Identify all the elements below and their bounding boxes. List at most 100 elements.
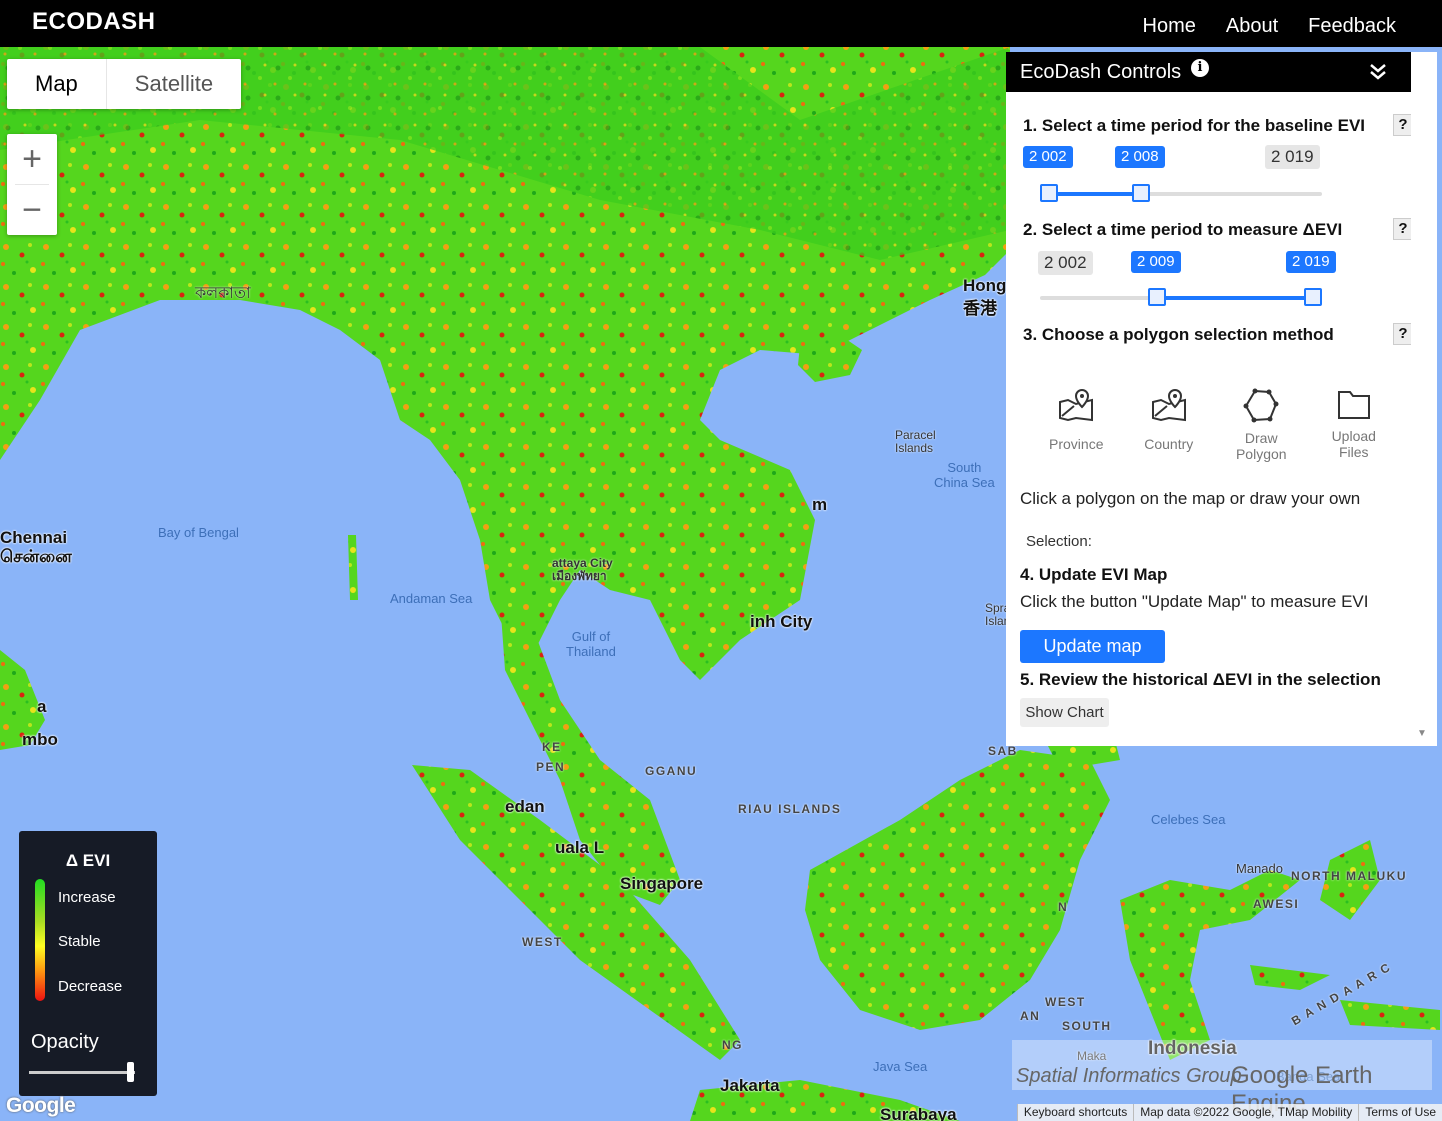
legend-increase-label: Increase <box>58 889 116 906</box>
panel-scrollbar[interactable] <box>1411 52 1437 746</box>
label-west-sulawesi: WEST <box>1045 995 1086 1009</box>
step2-help-button[interactable]: ? <box>1393 218 1413 240</box>
show-chart-button[interactable]: Show Chart <box>1020 698 1109 727</box>
label-colombo-a: a <box>37 697 47 716</box>
step2-high-tag: 2 019 <box>1286 251 1336 273</box>
step1-high-tag: 2 008 <box>1115 146 1165 168</box>
panel-header: EcoDash Controls i <box>1006 52 1411 92</box>
label-paracel-islands: Paracel Islands <box>895 428 936 455</box>
label-chennai: Chennai <box>0 528 68 547</box>
polygon-icon <box>1243 388 1279 423</box>
map-type-satellite-button[interactable]: Satellite <box>107 59 241 109</box>
label-ho-chi-minh: inh City <box>750 612 813 631</box>
nav-feedback-link[interactable]: Feedback <box>1308 15 1396 38</box>
label-surabaya: Surabaya <box>880 1105 957 1121</box>
map-attribution-bar: Keyboard shortcuts Map data ©2022 Google… <box>1016 1104 1442 1121</box>
label-colombo: mbo <box>22 730 58 749</box>
opacity-slider-handle[interactable] <box>127 1062 134 1082</box>
step1-heading: 1. Select a time period for the baseline… <box>1023 116 1366 135</box>
legend-stable-label: Stable <box>58 933 101 950</box>
step1-help-button[interactable]: ? <box>1393 114 1413 136</box>
step2-low-handle[interactable] <box>1148 288 1166 306</box>
map-data-attribution: Map data ©2022 Google, TMap Mobility <box>1133 1104 1358 1121</box>
map-type-map-button[interactable]: Map <box>7 59 107 109</box>
nav-home-link[interactable]: Home <box>1143 15 1196 38</box>
step1-max-tag: 2 019 <box>1265 145 1320 169</box>
label-vietnam-fragment: m <box>812 495 828 514</box>
folder-icon <box>1337 391 1370 419</box>
label-south-china-sea: South China Sea <box>934 460 995 490</box>
label-perak: PEN <box>536 760 566 774</box>
label-west-sumatra: WEST <box>522 935 563 949</box>
top-navbar: ECODASH Home About Feedback <box>0 0 1442 47</box>
legend-gradient-bar <box>35 879 45 1001</box>
ecodash-controls-panel: EcoDash Controls i 1. Select a time peri… <box>1006 52 1413 746</box>
method-upload-files-button[interactable]: Upload Files <box>1308 388 1401 462</box>
label-n-fragment: N <box>1058 900 1069 914</box>
step2-low-tag: 2 009 <box>1131 251 1181 273</box>
label-north-maluku: NORTH MALUKU <box>1291 869 1407 883</box>
label-pattaya: attaya City เมืองพัทยา <box>552 556 613 583</box>
method-country-label: Country <box>1144 436 1194 452</box>
step1-range-slider[interactable] <box>1040 184 1322 202</box>
app-brand[interactable]: ECODASH <box>32 8 156 36</box>
step2-min-tag: 2 002 <box>1038 251 1093 275</box>
map-pin-icon <box>1059 388 1094 422</box>
step4-heading: 4. Update EVI Map <box>1020 565 1168 584</box>
label-hong-kong: Hong <box>963 276 1007 295</box>
step4-instructions: Click the button "Update Map" to measure… <box>1020 592 1369 611</box>
label-andaman-sea: Andaman Sea <box>390 591 473 606</box>
step2-slider-fill <box>1164 296 1316 300</box>
step1-low-handle[interactable] <box>1040 184 1058 202</box>
method-upload-files-label: Upload Files <box>1331 428 1376 460</box>
nav-about-link[interactable]: About <box>1226 15 1278 38</box>
label-riau-islands: RIAU ISLANDS <box>738 802 842 816</box>
info-icon[interactable]: i <box>1191 59 1209 77</box>
keyboard-shortcuts-link[interactable]: Keyboard shortcuts <box>1016 1104 1133 1121</box>
label-medan: edan <box>505 797 545 816</box>
zoom-in-button[interactable]: + <box>7 134 57 184</box>
opacity-slider-track[interactable] <box>29 1071 135 1074</box>
label-sulawesi: AWESI <box>1253 897 1300 911</box>
panel-title: EcoDash Controls <box>1020 61 1182 83</box>
method-draw-polygon-button[interactable]: Draw Polygon <box>1215 388 1308 462</box>
step1-slider-fill <box>1048 192 1141 196</box>
selection-hint: Click a polygon on the map or draw your … <box>1020 489 1361 508</box>
update-map-button[interactable]: Update map <box>1020 630 1165 663</box>
scroll-down-arrow-icon[interactable]: ▼ <box>1417 728 1427 739</box>
legend-title: Δ EVI <box>65 851 111 870</box>
label-ng-fragment: NG <box>722 1038 743 1052</box>
label-south-sulawesi: SOUTH <box>1062 1019 1112 1033</box>
zoom-control: + − <box>7 134 57 235</box>
method-country-button[interactable]: Country <box>1123 388 1216 462</box>
map-pin-icon <box>1151 388 1186 422</box>
sig-watermark: Spatial Informatics Group <box>1016 1065 1242 1087</box>
step3-heading: 3. Choose a polygon selection method <box>1023 325 1334 344</box>
label-sabah: SAB <box>988 744 1018 758</box>
label-kolkata-bengali: কলকাতা <box>195 285 251 302</box>
google-logo[interactable]: Google <box>6 1094 76 1118</box>
terms-of-use-link[interactable]: Terms of Use <box>1358 1104 1442 1121</box>
step3-help-button[interactable]: ? <box>1393 323 1413 345</box>
map-type-toggle: Map Satellite <box>7 59 242 109</box>
zoom-out-button[interactable]: − <box>7 185 57 235</box>
step1-low-tag: 2 002 <box>1023 146 1073 168</box>
panel-body: 1. Select a time period for the baseline… <box>1006 92 1413 746</box>
double-chevron-down-icon[interactable] <box>1369 60 1387 82</box>
label-kelantan: KE <box>542 740 562 754</box>
step2-high-handle[interactable] <box>1304 288 1322 306</box>
method-province-label: Province <box>1049 436 1104 452</box>
legend-decrease-label: Decrease <box>58 978 123 995</box>
label-gulf-of-thailand: Gulf of Thailand <box>566 629 616 659</box>
label-singapore: Singapore <box>620 874 704 893</box>
label-java-sea: Java Sea <box>873 1059 928 1074</box>
main-nav: Home About Feedback <box>1143 15 1396 38</box>
step2-range-slider[interactable] <box>1040 288 1322 306</box>
evi-legend: Δ EVI Increase Stable Decrease Opacity <box>19 831 157 1096</box>
method-province-button[interactable]: Province <box>1030 388 1123 462</box>
method-draw-polygon-label: Draw Polygon <box>1235 430 1287 462</box>
step1-high-handle[interactable] <box>1132 184 1150 202</box>
label-bay-of-bengal: Bay of Bengal <box>158 525 239 540</box>
label-an-fragment: AN <box>1020 1009 1041 1023</box>
label-jakarta: Jakarta <box>720 1076 780 1095</box>
